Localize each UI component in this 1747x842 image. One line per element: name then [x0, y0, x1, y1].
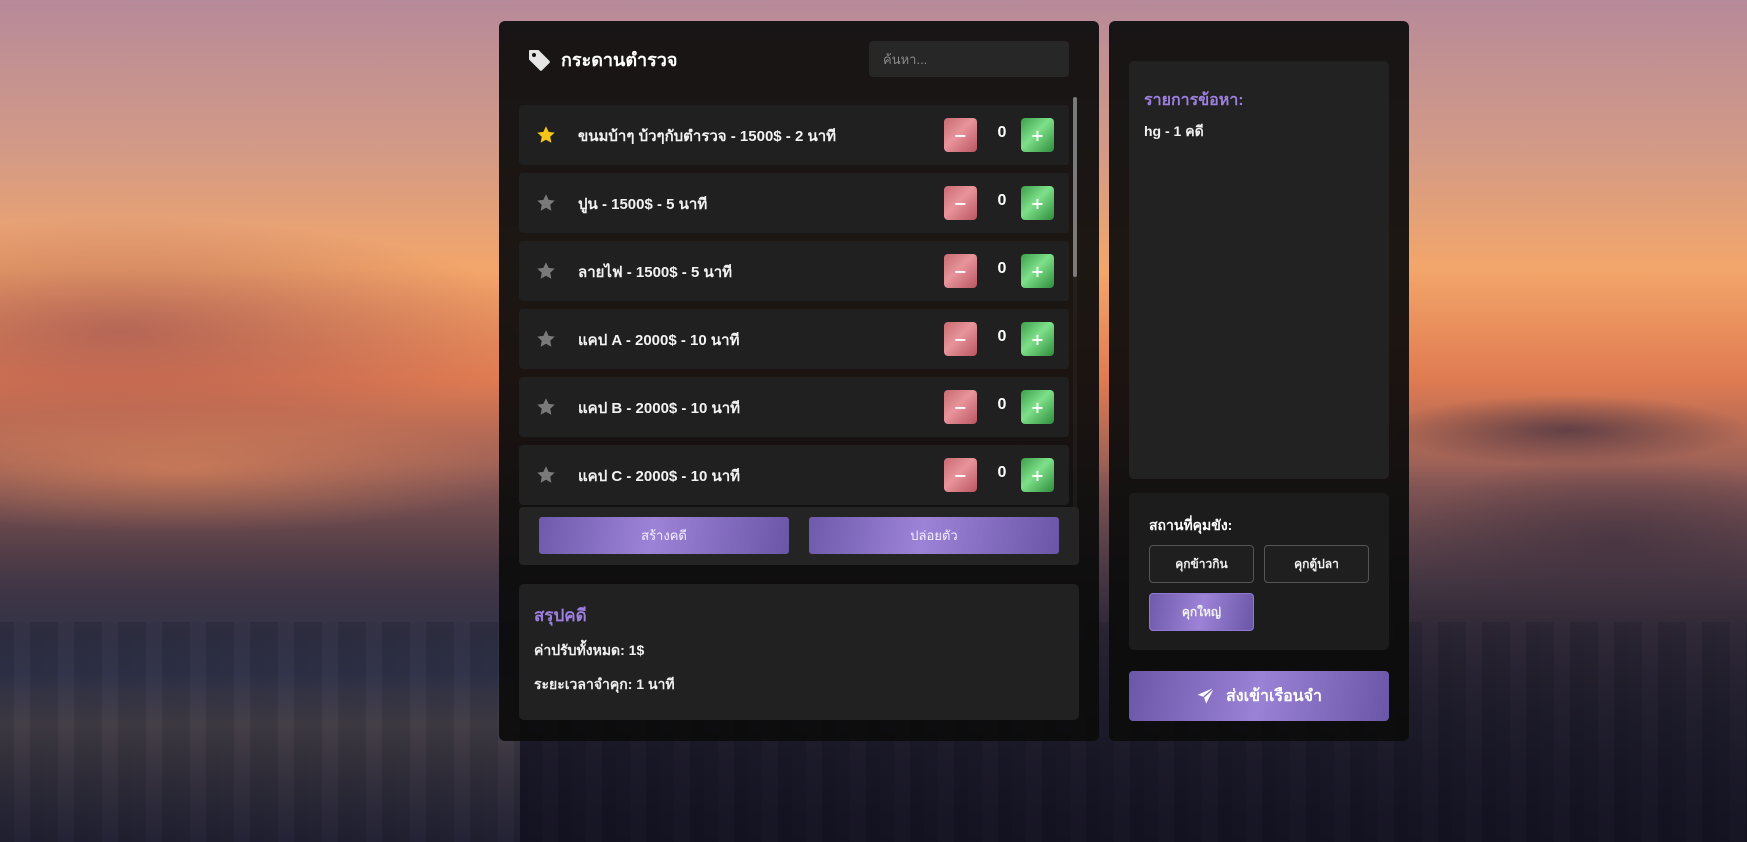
- charges-title: รายการข้อหา:: [1144, 92, 1244, 109]
- board-header: กระดานตำรวจ: [527, 45, 677, 74]
- send-to-jail-button[interactable]: ส่งเข้าเรือนจำ: [1129, 671, 1389, 721]
- decrement-button[interactable]: −: [944, 254, 977, 288]
- list-item: แคป B - 2000$ - 10 นาที − 0 +: [519, 377, 1069, 437]
- jail-option-button[interactable]: คุกข้าวกิน: [1149, 545, 1254, 583]
- increment-button[interactable]: +: [1021, 322, 1054, 356]
- charge-entry: hg - 1 คดี: [1144, 123, 1204, 139]
- item-label: แคป C - 2000$ - 10 นาที: [578, 468, 741, 485]
- item-count: 0: [997, 124, 1007, 141]
- list-item: ปูน - 1500$ - 5 นาที − 0 +: [519, 173, 1069, 233]
- paper-plane-icon: [1196, 686, 1216, 706]
- police-board-panel: กระดานตำรวจ ขนมบ้าๆ บ้วๆกับตำรวจ - 1500$…: [499, 21, 1099, 741]
- star-icon[interactable]: [535, 396, 557, 418]
- decrement-button[interactable]: −: [944, 390, 977, 424]
- item-label: ปูน - 1500$ - 5 นาที: [578, 196, 708, 213]
- charges-box: รายการข้อหา: hg - 1 คดี: [1129, 61, 1389, 479]
- summary-title: สรุปคดี: [534, 606, 587, 625]
- charge-list[interactable]: ขนมบ้าๆ บ้วๆกับตำรวจ - 1500$ - 2 นาที − …: [519, 105, 1079, 517]
- increment-button[interactable]: +: [1021, 458, 1054, 492]
- jail-option-button[interactable]: คุกตู้ปลา: [1264, 545, 1369, 583]
- decrement-button[interactable]: −: [944, 118, 977, 152]
- case-summary: สรุปคดี ค่าปรับทั้งหมด: 1$ ระยะเวลาจำคุก…: [519, 584, 1079, 720]
- list-scrollbar-thumb[interactable]: [1073, 97, 1077, 277]
- jail-option-button-selected[interactable]: คุกใหญ่: [1149, 593, 1254, 631]
- send-button-label: ส่งเข้าเรือนจำ: [1226, 687, 1322, 705]
- action-bar: สร้างคดี ปล่อยตัว: [519, 507, 1079, 565]
- increment-button[interactable]: +: [1021, 254, 1054, 288]
- increment-button[interactable]: +: [1021, 186, 1054, 220]
- tag-icon: [527, 48, 551, 72]
- star-icon[interactable]: [535, 328, 557, 350]
- create-case-button[interactable]: สร้างคดี: [539, 517, 789, 554]
- item-count: 0: [997, 396, 1007, 413]
- jail-time: ระยะเวลาจำคุก: 1 นาที: [534, 676, 675, 692]
- star-icon[interactable]: [535, 192, 557, 214]
- star-icon[interactable]: [535, 260, 557, 282]
- jail-title: สถานที่คุมขัง:: [1149, 517, 1233, 533]
- item-label: แคป A - 2000$ - 10 นาที: [578, 332, 740, 349]
- star-icon[interactable]: [535, 124, 557, 146]
- decrement-button[interactable]: −: [944, 322, 977, 356]
- increment-button[interactable]: +: [1021, 118, 1054, 152]
- increment-button[interactable]: +: [1021, 390, 1054, 424]
- decrement-button[interactable]: −: [944, 186, 977, 220]
- case-side-panel: รายการข้อหา: hg - 1 คดี สถานที่คุมขัง: ค…: [1109, 21, 1409, 741]
- item-label: ลายไฟ - 1500$ - 5 นาที: [578, 264, 733, 281]
- list-item: แคป C - 2000$ - 10 นาที − 0 +: [519, 445, 1069, 505]
- release-button[interactable]: ปล่อยตัว: [809, 517, 1059, 554]
- board-title: กระดานตำรวจ: [561, 50, 678, 70]
- item-count: 0: [997, 260, 1007, 277]
- item-count: 0: [997, 464, 1007, 481]
- item-count: 0: [997, 192, 1007, 209]
- total-fine: ค่าปรับทั้งหมด: 1$: [534, 642, 645, 658]
- item-label: แคป B - 2000$ - 10 นาที: [578, 400, 741, 417]
- decrement-button[interactable]: −: [944, 458, 977, 492]
- list-item: ลายไฟ - 1500$ - 5 นาที − 0 +: [519, 241, 1069, 301]
- item-label: ขนมบ้าๆ บ้วๆกับตำรวจ - 1500$ - 2 นาที: [578, 128, 837, 145]
- list-item: ขนมบ้าๆ บ้วๆกับตำรวจ - 1500$ - 2 นาที − …: [519, 105, 1069, 165]
- star-icon[interactable]: [535, 464, 557, 486]
- search-input[interactable]: [869, 41, 1069, 77]
- list-item: แคป A - 2000$ - 10 นาที − 0 +: [519, 309, 1069, 369]
- item-count: 0: [997, 328, 1007, 345]
- jail-location-box: สถานที่คุมขัง: คุกข้าวกิน คุกตู้ปลา คุกใ…: [1129, 493, 1389, 650]
